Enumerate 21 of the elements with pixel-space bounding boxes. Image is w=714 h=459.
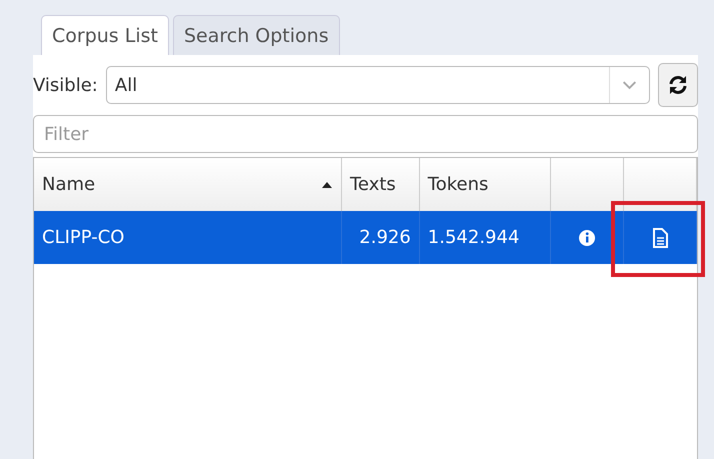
tokens-count: 1.542.944: [428, 226, 520, 250]
table-row[interactable]: CLIPP-CO 2.926 1.542.944: [34, 211, 697, 264]
refresh-icon: [667, 75, 689, 95]
tab[interactable]: Search Options: [172, 15, 340, 55]
visible-dropdown[interactable]: All: [106, 66, 650, 104]
visible-label: Visible:: [33, 74, 98, 98]
tab[interactable]: Corpus List: [41, 15, 169, 55]
column-label: Tokens: [428, 173, 490, 197]
column-header[interactable]: Texts: [342, 158, 420, 211]
column-header[interactable]: [624, 158, 698, 211]
column-label: Name: [42, 173, 96, 197]
document-icon[interactable]: [652, 228, 668, 248]
sort-ascending-icon: [321, 180, 333, 188]
column-header[interactable]: Tokens: [420, 158, 552, 211]
info-icon[interactable]: [578, 228, 596, 246]
texts-count: 2.926: [359, 226, 411, 250]
column-header[interactable]: Name: [34, 158, 342, 211]
column-label: Texts: [350, 173, 397, 197]
filter-field[interactable]: Filter: [33, 115, 698, 153]
refresh-button[interactable]: [658, 63, 698, 107]
corpus-name: CLIPP-CO: [42, 226, 124, 250]
